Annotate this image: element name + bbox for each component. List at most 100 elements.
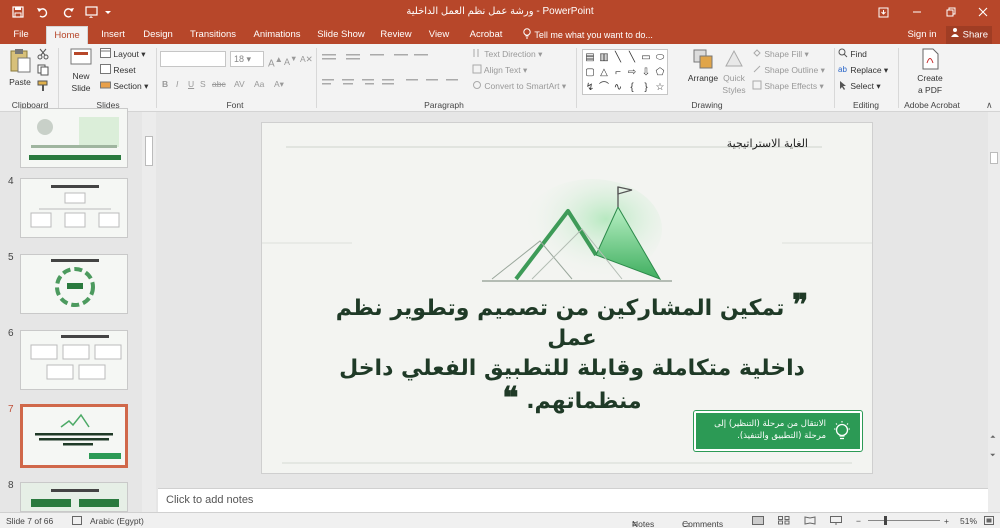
font-color-icon[interactable]: A▾ <box>274 78 284 90</box>
reading-view-icon[interactable] <box>804 516 816 527</box>
slide-sorter-icon[interactable] <box>778 516 790 527</box>
ribbon-display-options-icon[interactable] <box>866 0 900 24</box>
line-shape-icon[interactable]: ╲ <box>611 50 625 65</box>
scrollbar-thumb[interactable] <box>990 152 998 164</box>
rectangle-shape-icon[interactable]: ▭ <box>639 50 653 65</box>
normal-view-icon[interactable] <box>752 516 764 527</box>
zoom-in-icon[interactable]: + <box>944 516 949 526</box>
zoom-slider[interactable] <box>868 520 940 521</box>
alignment-icons[interactable] <box>322 78 462 90</box>
tab-acrobat[interactable]: Acrobat <box>462 26 510 44</box>
grow-font-icon[interactable]: A▲ <box>268 53 283 69</box>
find-button[interactable]: Find <box>838 48 867 60</box>
convert-smartart-button[interactable]: Convert to SmartArt ▾ <box>472 80 566 92</box>
line2-shape-icon[interactable]: ╲ <box>625 50 639 65</box>
fit-to-window-icon[interactable] <box>984 516 994 527</box>
sign-in-link[interactable]: Sign in <box>902 26 942 44</box>
align-text-button[interactable]: Align Text ▾ <box>472 64 527 76</box>
zoom-slider-thumb[interactable] <box>884 516 887 525</box>
slide-thumbnail[interactable] <box>20 254 128 314</box>
slide-scrollbar[interactable]: ⏶ ⏷ <box>988 112 1000 512</box>
clear-formatting-icon[interactable]: A✕ <box>300 53 313 65</box>
notes-pane[interactable]: Click to add notes <box>158 488 988 512</box>
rounded-rect-shape-icon[interactable]: ▢ <box>583 65 597 80</box>
slideshow-view-icon[interactable] <box>830 516 842 527</box>
section-button[interactable]: Section ▾ <box>100 80 148 92</box>
character-spacing-icon[interactable]: AV <box>234 78 245 90</box>
tab-animations[interactable]: Animations <box>248 26 306 44</box>
bracket-left-shape-icon[interactable]: { <box>625 80 639 94</box>
slide-thumbnail[interactable] <box>20 178 128 238</box>
textbox-v-shape-icon[interactable]: ▥ <box>597 50 611 65</box>
curve-shape-icon[interactable]: ↯ <box>583 80 597 94</box>
arc-shape-icon[interactable]: ⌒ <box>597 80 611 94</box>
create-pdf-button[interactable]: Create a PDF <box>908 48 952 96</box>
replace-button[interactable]: ab Replace ▾ <box>838 64 888 76</box>
textbox-shape-icon[interactable]: ▤ <box>583 50 597 65</box>
copy-icon[interactable] <box>37 64 49 78</box>
shrink-font-icon[interactable]: A▼ <box>284 53 297 67</box>
tab-review[interactable]: Review <box>376 26 416 44</box>
thumbnails-scrollbar[interactable] <box>142 112 156 512</box>
arrange-button[interactable]: Arrange <box>686 48 720 84</box>
share-button[interactable]: Share <box>946 26 992 44</box>
tab-view[interactable]: View <box>422 26 456 44</box>
underline-icon[interactable]: U <box>188 78 194 90</box>
shapes-gallery[interactable]: ▤ ▥ ╲ ╲ ▭ ⬭ ▢ △ ⌐ ⇨ ⇩ ⬠ ↯ ⌒ ∿ { } ☆ <box>582 49 668 95</box>
shape-outline-button[interactable]: Shape Outline ▾ <box>752 64 825 76</box>
previous-slide-icon[interactable]: ⏶ <box>990 434 996 442</box>
collapse-ribbon-icon[interactable]: ∧ <box>986 100 993 111</box>
shape-effects-button[interactable]: Shape Effects ▾ <box>752 80 824 92</box>
tab-home[interactable]: Home <box>46 26 88 44</box>
close-icon[interactable] <box>966 0 1000 24</box>
restore-icon[interactable] <box>934 0 968 24</box>
bullets-icon[interactable] <box>322 52 432 64</box>
paste-button[interactable]: Paste <box>6 48 34 94</box>
tab-insert[interactable]: Insert <box>94 26 132 44</box>
select-button[interactable]: Select ▾ <box>838 80 881 92</box>
tab-slide-show[interactable]: Slide Show <box>312 26 370 44</box>
new-slide-icon <box>69 46 93 70</box>
scrollbar-thumb[interactable] <box>145 136 153 166</box>
tab-transitions[interactable]: Transitions <box>184 26 242 44</box>
change-case-icon[interactable]: Aa <box>254 78 264 90</box>
spellcheck-icon[interactable] <box>72 516 82 527</box>
zoom-out-icon[interactable]: − <box>856 516 861 526</box>
shadow-icon[interactable]: S <box>200 78 206 90</box>
triangle-shape-icon[interactable]: △ <box>597 65 611 80</box>
bold-icon[interactable]: B <box>162 78 168 90</box>
freeform-shape-icon[interactable]: ∿ <box>611 80 625 94</box>
tab-design[interactable]: Design <box>138 26 178 44</box>
tab-file[interactable]: File <box>4 26 38 44</box>
quick-styles-button[interactable]: Quick Styles <box>720 48 748 96</box>
slide-thumbnail[interactable] <box>20 330 128 390</box>
star-shape-icon[interactable]: ☆ <box>653 80 667 94</box>
text-direction-button[interactable]: Text Direction ▾ <box>472 48 542 60</box>
font-size-box[interactable]: 18 ▾ <box>230 51 264 67</box>
current-slide[interactable]: الغاية الاستراتيجية ❞ تمكين المشاركين من… <box>261 122 873 474</box>
cut-icon[interactable] <box>37 48 49 62</box>
arrow-shape-icon[interactable]: ⇨ <box>625 65 639 80</box>
italic-icon[interactable]: I <box>176 78 178 90</box>
minimize-icon[interactable] <box>900 0 934 24</box>
strikethrough-icon[interactable]: abc <box>212 78 226 90</box>
slide-thumbnail-selected[interactable] <box>20 404 128 468</box>
zoom-level[interactable]: 51% <box>960 516 977 526</box>
reset-button[interactable]: Reset <box>100 64 136 76</box>
bracket-right-shape-icon[interactable]: } <box>639 80 653 94</box>
shape-fill-button[interactable]: Shape Fill ▾ <box>752 48 809 60</box>
down-arrow-shape-icon[interactable]: ⇩ <box>639 65 653 80</box>
slide-thumbnail[interactable] <box>20 108 128 168</box>
format-painter-icon[interactable] <box>37 80 49 94</box>
corner-shape-icon[interactable]: ⌐ <box>611 65 625 80</box>
new-slide-label: New <box>72 71 90 81</box>
slide-thumbnail[interactable] <box>20 482 128 512</box>
font-name-box[interactable] <box>160 51 226 67</box>
pentagon-shape-icon[interactable]: ⬠ <box>653 65 667 80</box>
tell-me-box[interactable]: Tell me what you want to do... <box>522 26 653 44</box>
oval-shape-icon[interactable]: ⬭ <box>653 50 667 65</box>
layout-button[interactable]: Layout ▾ <box>100 48 146 60</box>
language-indicator[interactable]: Arabic (Egypt) <box>90 516 144 526</box>
next-slide-icon[interactable]: ⏷ <box>990 452 996 460</box>
new-slide-button[interactable]: New Slide <box>64 46 98 96</box>
